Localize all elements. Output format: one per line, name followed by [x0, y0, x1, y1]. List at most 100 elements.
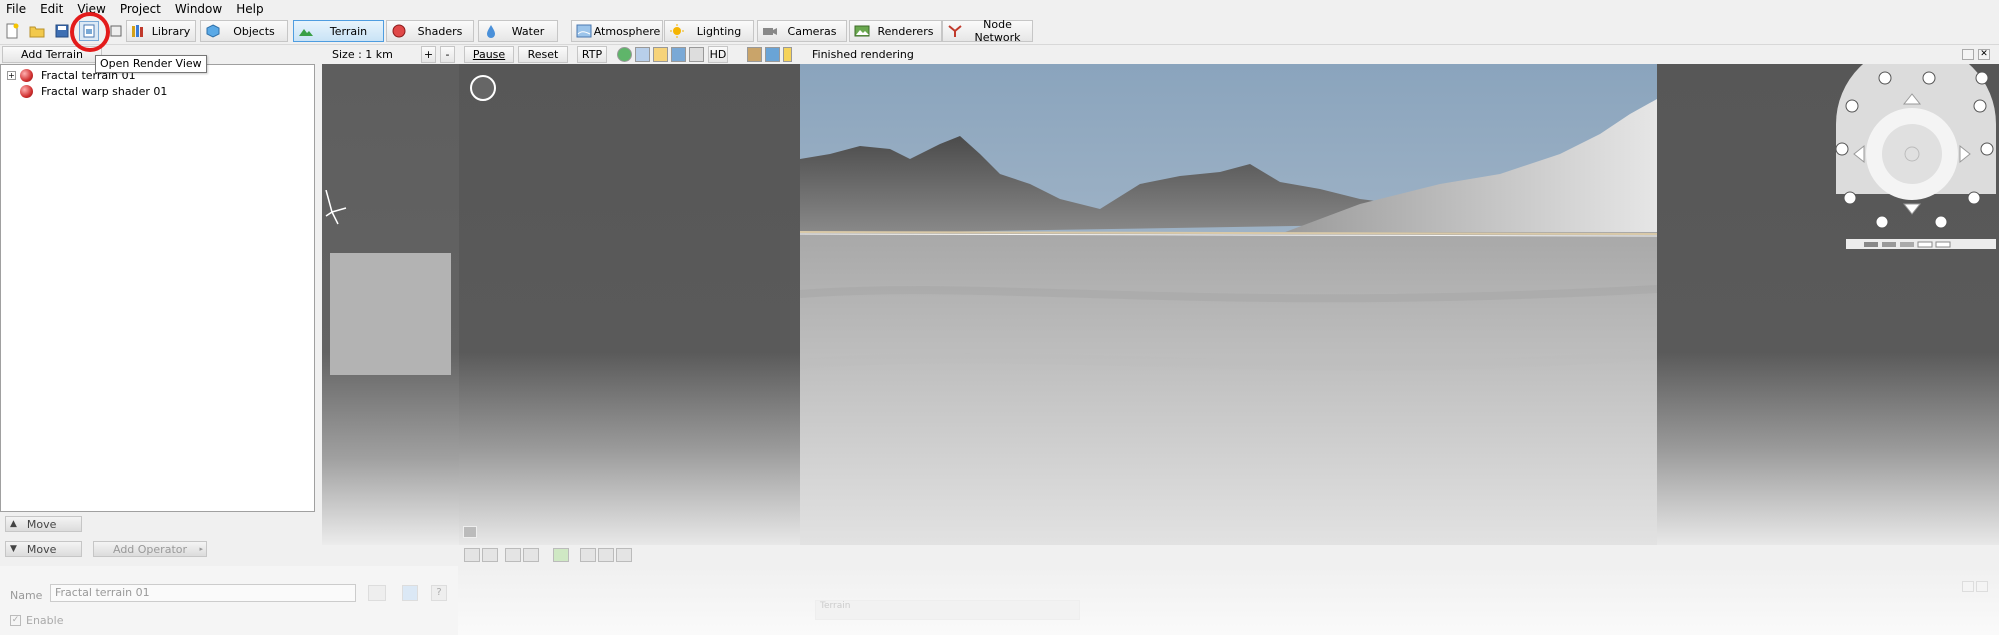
reset-button[interactable]: Reset	[518, 46, 568, 63]
tab-atmosphere[interactable]: Atmosphere	[571, 20, 663, 42]
refresh-icon[interactable]	[553, 548, 569, 562]
tab-cameras[interactable]: Cameras	[757, 20, 847, 42]
color-swatch-icon[interactable]	[402, 585, 418, 601]
menu-window[interactable]: Window	[175, 2, 222, 16]
zoom-in-button[interactable]: +	[421, 46, 436, 63]
brush-icon[interactable]	[747, 47, 762, 62]
shader-ball-icon	[392, 24, 406, 38]
node-tree[interactable]: + Fractal terrain 01 Fractal warp shader…	[0, 64, 315, 512]
preview-sphere-icon[interactable]	[617, 47, 632, 62]
shader-ball-icon	[20, 68, 33, 82]
add-operator-label: Add Operator	[112, 542, 188, 556]
terrain-panel-tab: Terrain	[815, 600, 1080, 620]
axis-gizmo-icon	[325, 190, 347, 225]
books-icon	[132, 25, 143, 37]
compass-icon[interactable]	[470, 75, 496, 101]
renderer-icon	[854, 25, 870, 37]
preview-sun-icon[interactable]	[653, 47, 668, 62]
panel-close-icon[interactable]	[1976, 581, 1988, 592]
expand-icon[interactable]: +	[7, 70, 16, 80]
size-label: Size : 1 km	[332, 48, 393, 61]
rtp-button[interactable]: RTP	[577, 46, 607, 63]
water-drop-icon	[487, 25, 495, 38]
arrow-up-icon: ▲	[10, 519, 17, 529]
render-view-icon[interactable]	[482, 548, 498, 562]
render-preview	[800, 64, 1657, 545]
tab-shaders[interactable]: Shaders	[386, 20, 474, 42]
menu-help[interactable]: Help	[236, 2, 263, 16]
help-icon[interactable]: ?	[431, 585, 447, 601]
viewport-close-icon[interactable]: ✕	[1978, 49, 1990, 60]
menu-file[interactable]: File	[6, 2, 26, 16]
tooltip: Open Render View	[95, 55, 207, 73]
highlight-circle	[70, 12, 110, 52]
tab-renderers-label: Renderers	[877, 24, 934, 38]
menu-bar: File Edit View Project Window Help	[0, 0, 1999, 17]
tab-node-network[interactable]: Node Network	[942, 18, 1033, 44]
viewport-bottom-toolbar	[458, 545, 1999, 566]
tree-item-fractal-warp-shader[interactable]: Fractal warp shader 01	[20, 83, 167, 99]
frame-icon[interactable]	[598, 548, 614, 562]
preview-thumbnail	[330, 253, 451, 375]
tab-water[interactable]: Water	[478, 20, 558, 42]
operator-row-down: ▼ Move Add Operator ▸	[0, 541, 315, 561]
atmosphere-icon	[576, 24, 592, 38]
checkbox-icon: ✓	[10, 615, 21, 626]
tab-library[interactable]: Library	[126, 20, 196, 42]
preview-atmo-icon[interactable]	[671, 47, 686, 62]
add-operator-button[interactable]: Add Operator ▸	[93, 541, 207, 557]
open-project-icon[interactable]	[27, 21, 47, 41]
menu-project[interactable]: Project	[120, 2, 161, 16]
tab-atmosphere-label: Atmosphere	[593, 24, 661, 38]
preview-gear-icon[interactable]	[689, 47, 704, 62]
tab-node-network-label: Node Network	[974, 18, 1021, 44]
terrain-icon	[299, 29, 313, 36]
cube-icon	[206, 24, 220, 38]
tab-objects-label: Objects	[233, 24, 275, 38]
name-field[interactable]: Fractal terrain 01	[50, 584, 356, 602]
enable-checkbox[interactable]: ✓ Enable	[10, 614, 63, 627]
tab-water-label: Water	[511, 24, 545, 38]
curve-icon[interactable]	[616, 548, 632, 562]
preview-cloud-icon[interactable]	[635, 47, 650, 62]
paint-icon[interactable]	[765, 47, 780, 62]
tab-cameras-label: Cameras	[787, 24, 837, 38]
pause-button[interactable]: Pause	[464, 46, 514, 63]
tab-objects[interactable]: Objects	[200, 20, 288, 42]
move-down-label: Move	[26, 542, 57, 556]
view-toolbar: Size : 1 km + - Pause Reset RTP HD Finis…	[322, 45, 1999, 64]
main-toolbar: Library Objects Terrain Shaders Water At…	[0, 17, 1999, 45]
properties-panel: Name Fractal terrain 01 ? ✓ Enable	[0, 566, 458, 635]
navigation-widget[interactable]	[1828, 44, 1999, 264]
settings-gear-icon[interactable]	[368, 585, 386, 601]
camera-select-icon[interactable]	[505, 548, 521, 562]
camera-view-icon[interactable]	[464, 548, 480, 562]
camera-icon	[763, 28, 777, 35]
tab-lighting[interactable]: Lighting	[664, 20, 754, 42]
eye-icon[interactable]	[580, 548, 596, 562]
operator-row-up: ▲ Move	[0, 516, 315, 536]
menu-edit[interactable]: Edit	[40, 2, 63, 16]
node-panel-area	[458, 566, 1999, 635]
save-project-icon[interactable]	[52, 21, 72, 41]
move-down-button[interactable]: ▼ Move	[5, 541, 82, 557]
enable-label: Enable	[26, 614, 64, 627]
viewport-restore-icon[interactable]	[1962, 49, 1974, 60]
hd-button[interactable]: HD	[708, 46, 728, 63]
name-label: Name	[10, 589, 43, 602]
renderer-select-icon[interactable]	[523, 548, 539, 562]
arrow-down-icon: ▼	[10, 544, 17, 554]
tab-terrain-label: Terrain	[329, 24, 368, 38]
tab-terrain[interactable]: Terrain	[293, 20, 384, 42]
tab-lighting-label: Lighting	[696, 24, 742, 38]
new-project-icon[interactable]	[2, 21, 22, 41]
tree-item-label: Fractal warp shader 01	[41, 84, 168, 98]
pencil-icon[interactable]	[783, 47, 792, 62]
zoom-out-button[interactable]: -	[440, 46, 455, 63]
viewport-options-icon[interactable]	[463, 526, 477, 538]
panel-restore-icon[interactable]	[1962, 581, 1974, 592]
sun-icon	[670, 24, 684, 38]
move-up-button[interactable]: ▲ Move	[5, 516, 82, 532]
tab-renderers[interactable]: Renderers	[849, 20, 942, 42]
tab-library-label: Library	[151, 24, 191, 38]
